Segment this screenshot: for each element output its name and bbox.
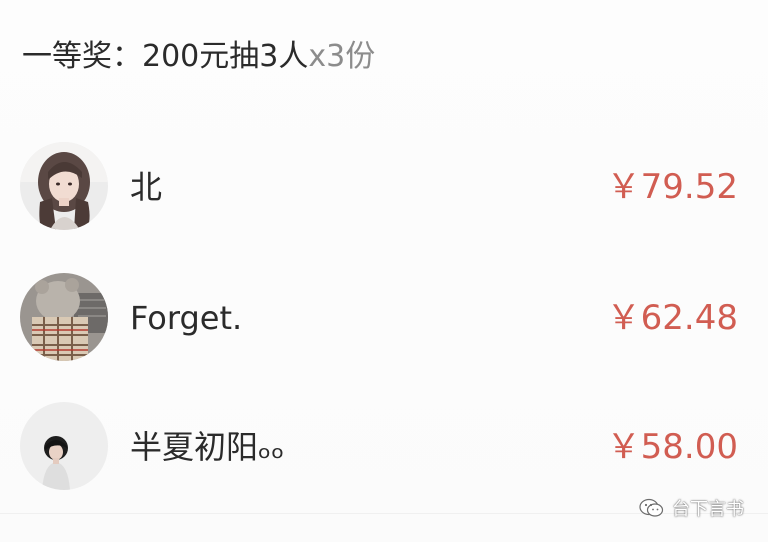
winner-row[interactable]: Forget. ￥62.48 bbox=[0, 269, 768, 369]
avatar-girl-long-hair-icon bbox=[20, 142, 108, 230]
wechat-official-account-icon bbox=[639, 498, 664, 517]
watermark-text: 台下言书 bbox=[672, 499, 744, 520]
winner-row[interactable]: 半夏初阳ₒₒ ￥58.00 bbox=[0, 398, 768, 498]
winner-name: Forget. bbox=[130, 299, 243, 337]
winner-name: 北 bbox=[130, 168, 163, 206]
prize-winner-page: 一等奖：200元抽3人x3份 北 ￥79.52 Forget. ￥62.48 半… bbox=[0, 0, 768, 542]
prize-quantity: x3份 bbox=[308, 39, 376, 74]
winner-list-card: 一等奖：200元抽3人x3份 北 ￥79.52 Forget. ￥62.48 半… bbox=[0, 0, 768, 542]
avatar-plush-toy-icon bbox=[20, 273, 108, 361]
avatar[interactable] bbox=[20, 142, 108, 230]
winner-row[interactable]: 北 ￥79.52 bbox=[0, 138, 768, 238]
watermark: 台下言书 bbox=[638, 496, 744, 520]
prize-name: 一等奖：200元抽3人 bbox=[22, 39, 309, 74]
avatar[interactable] bbox=[20, 273, 108, 361]
avatar[interactable] bbox=[20, 402, 108, 490]
winner-name: 半夏初阳ₒₒ bbox=[130, 428, 285, 466]
winner-amount: ￥62.48 bbox=[606, 298, 738, 338]
winner-amount: ￥58.00 bbox=[606, 427, 738, 467]
winner-amount: ￥79.52 bbox=[606, 167, 738, 207]
prize-title: 一等奖：200元抽3人x3份 bbox=[22, 36, 375, 78]
avatar-boy-black-hair-icon bbox=[20, 402, 108, 490]
